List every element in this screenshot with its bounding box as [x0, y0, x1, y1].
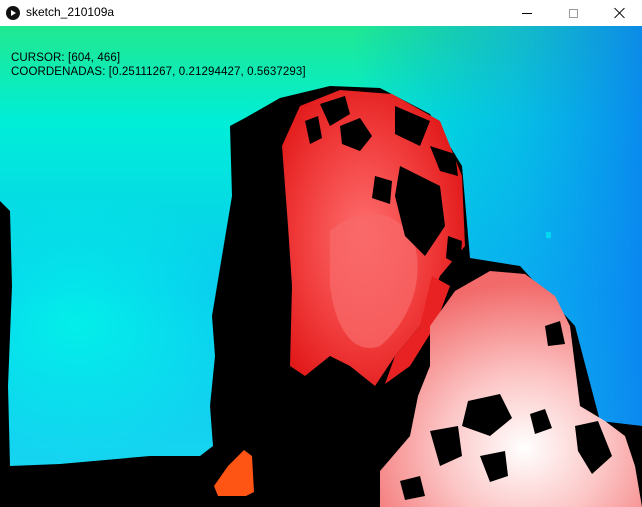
- cursor-readout: CURSOR: [604, 466]: [11, 52, 121, 64]
- minimize-button[interactable]: [504, 0, 550, 26]
- close-icon: [613, 7, 625, 19]
- coordinates-readout: COORDENADAS: [0.25111267, 0.21294427, 0.…: [11, 66, 306, 78]
- depth-canvas[interactable]: CURSOR: [604, 466] COORDENADAS: [0.25111…: [0, 26, 642, 507]
- depth-map-image: [0, 26, 642, 507]
- minimize-icon: [522, 12, 532, 14]
- processing-play-icon: [6, 6, 20, 20]
- window-title: sketch_210109a: [26, 5, 115, 19]
- title-bar[interactable]: sketch_210109a: [0, 0, 642, 26]
- maximize-icon: [568, 8, 578, 18]
- app-window: sketch_210109a CURSOR: [604, 466] COORDE…: [0, 0, 642, 507]
- maximize-button[interactable]: [550, 0, 596, 26]
- close-button[interactable]: [596, 0, 642, 26]
